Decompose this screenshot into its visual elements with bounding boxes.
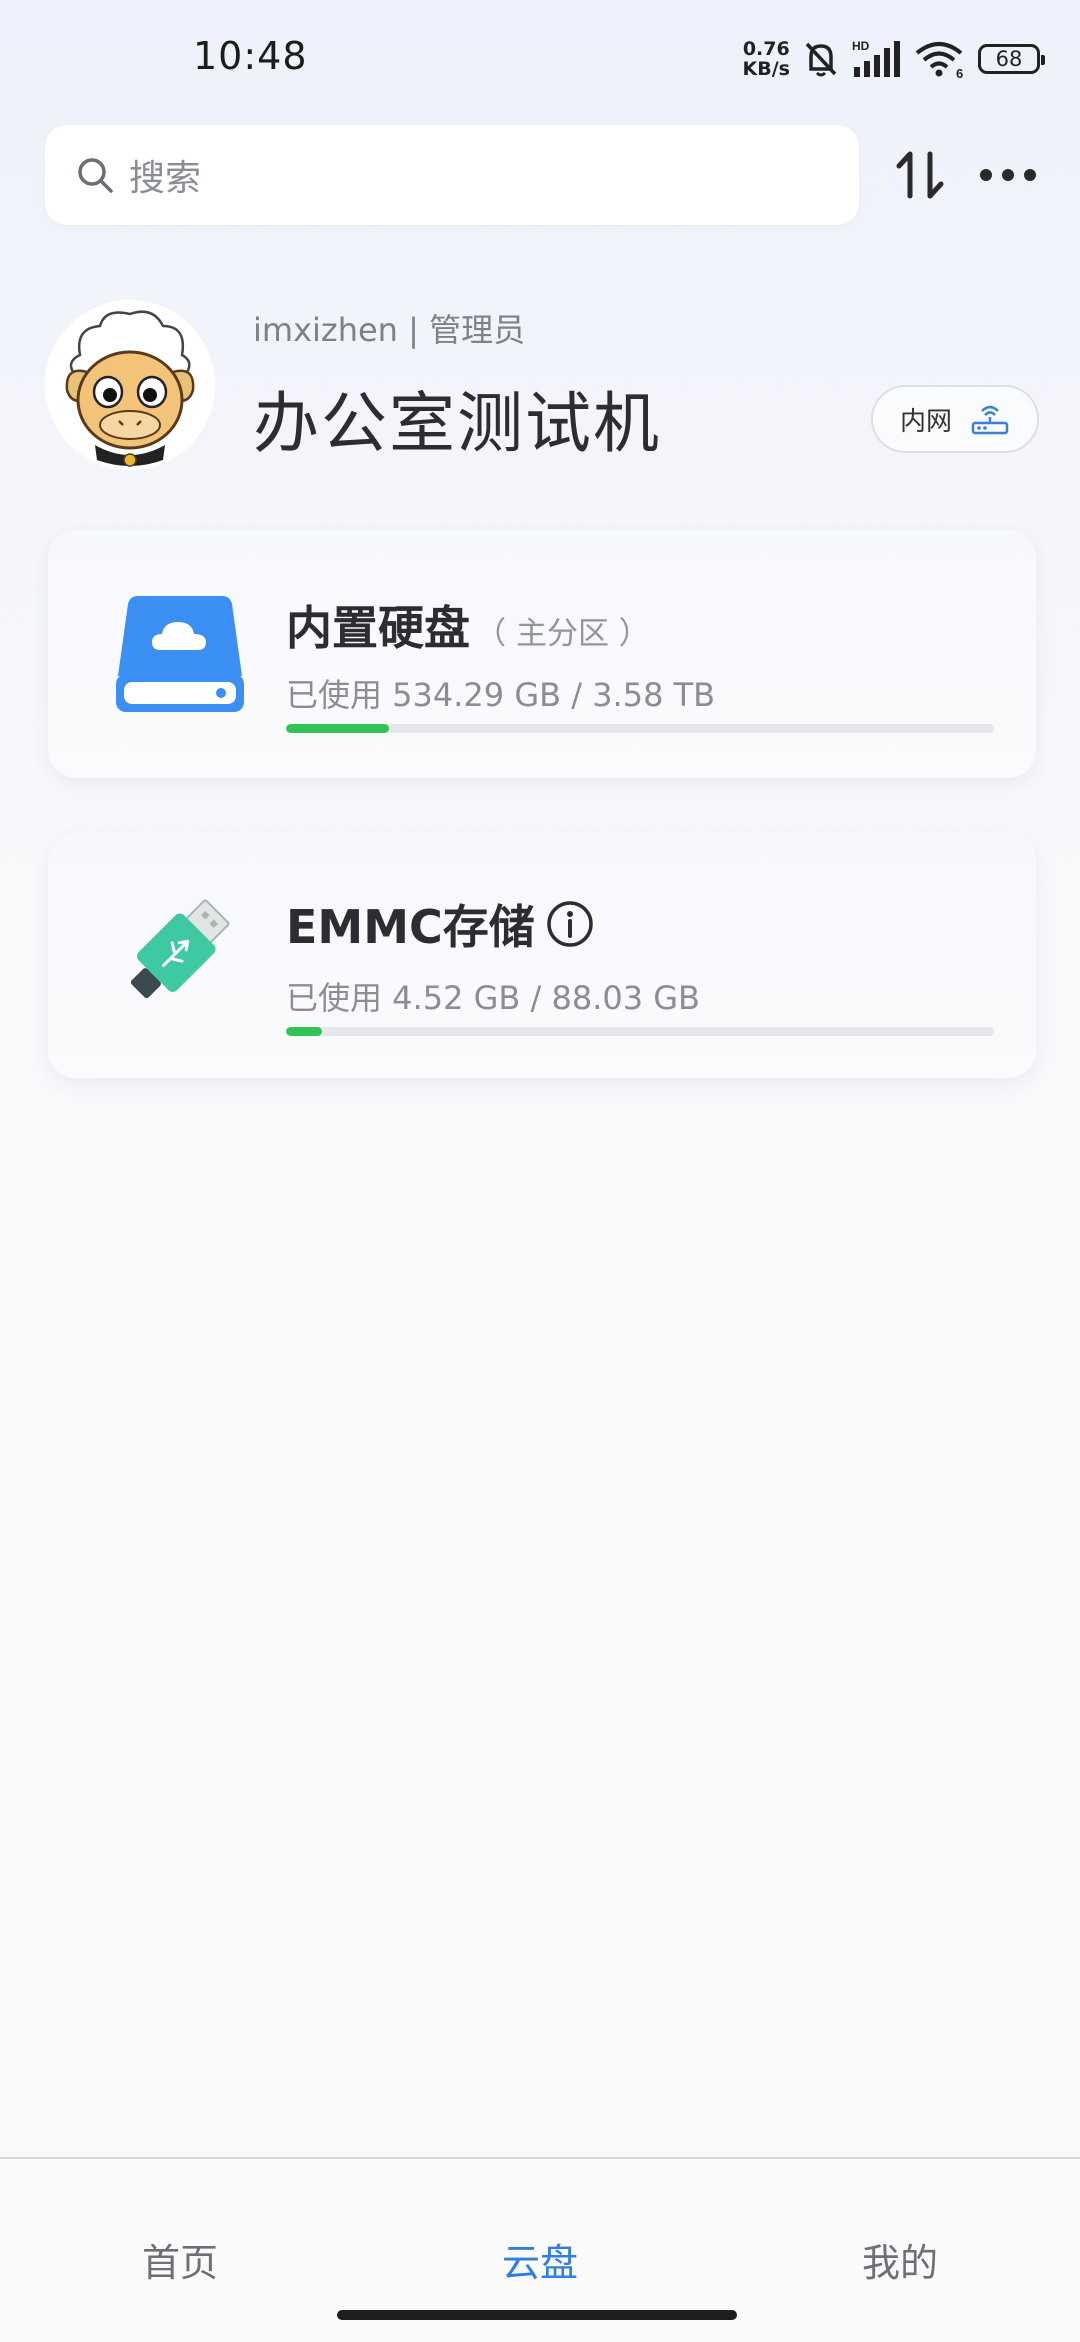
home-indicator[interactable] <box>337 2310 737 2320</box>
storage-title: 内置硬盘 <box>286 601 470 655</box>
wifi-6-icon: 6 <box>915 42 963 79</box>
storage-card-emmc[interactable]: EMMC存储 已使用 4.52 GB / 88.03 GB <box>48 833 1036 1078</box>
sort-icon[interactable] <box>895 148 945 202</box>
device-name: 办公室测试机 <box>253 385 661 462</box>
storage-card-internal[interactable]: 内置硬盘 （ 主分区 ） 已使用 534.29 GB / 3.58 TB <box>48 530 1036 778</box>
mute-bell-icon <box>805 42 837 77</box>
storage-progress <box>286 724 994 733</box>
net-speed: 0.76 KB/s <box>743 39 790 79</box>
battery-level: 68 <box>995 47 1023 71</box>
usb-drive-icon <box>130 899 230 999</box>
network-label: 内网 <box>899 406 952 437</box>
more-dot <box>980 169 992 181</box>
user-role: 管理员 <box>429 311 526 349</box>
nav-item-mine[interactable]: 我的 <box>862 2232 938 2287</box>
sheep-avatar-icon <box>45 300 215 470</box>
storage-title: EMMC存储 <box>286 900 535 954</box>
router-icon <box>971 405 1009 435</box>
storage-title-row: 内置硬盘 （ 主分区 ） <box>286 592 650 658</box>
svg-text:HD: HD <box>852 39 870 53</box>
username: imxizhen <box>253 311 398 349</box>
net-speed-unit: KB/s <box>742 58 790 80</box>
more-icon[interactable] <box>980 158 1036 192</box>
nav-item-cloud[interactable]: 云盘 <box>502 2232 578 2287</box>
search-input[interactable]: 搜索 <box>45 125 859 225</box>
storage-progress-fill <box>286 1027 323 1036</box>
cloud-drive-icon <box>116 596 244 712</box>
storage-usage: 已使用 4.52 GB / 88.03 GB <box>286 979 701 1017</box>
status-time: 10:48 <box>193 34 308 78</box>
storage-usage: 已使用 534.29 GB / 3.58 TB <box>286 676 716 714</box>
net-speed-value: 0.76 <box>742 38 790 60</box>
search-icon <box>78 158 113 193</box>
user-info: imxizhen | 管理员 <box>253 305 525 351</box>
status-icons: 0.76 KB/s HD 6 68 <box>743 36 1045 82</box>
search-placeholder: 搜索 <box>129 158 202 199</box>
storage-subtitle: （ 主分区 ） <box>475 616 650 652</box>
info-icon[interactable] <box>545 899 595 949</box>
storage-progress <box>286 1027 994 1036</box>
storage-title-row: EMMC存储 <box>286 891 595 957</box>
user-separator: | <box>408 311 419 349</box>
signal-hd-icon: HD <box>852 39 900 77</box>
more-dot <box>1002 169 1014 181</box>
svg-text:6: 6 <box>956 66 963 79</box>
more-dot <box>1024 169 1036 181</box>
storage-progress-fill <box>286 724 390 733</box>
nav-item-home[interactable]: 首页 <box>142 2232 218 2287</box>
network-badge[interactable]: 内网 <box>871 385 1039 453</box>
avatar[interactable] <box>45 300 215 470</box>
battery-icon: 68 <box>978 44 1045 74</box>
